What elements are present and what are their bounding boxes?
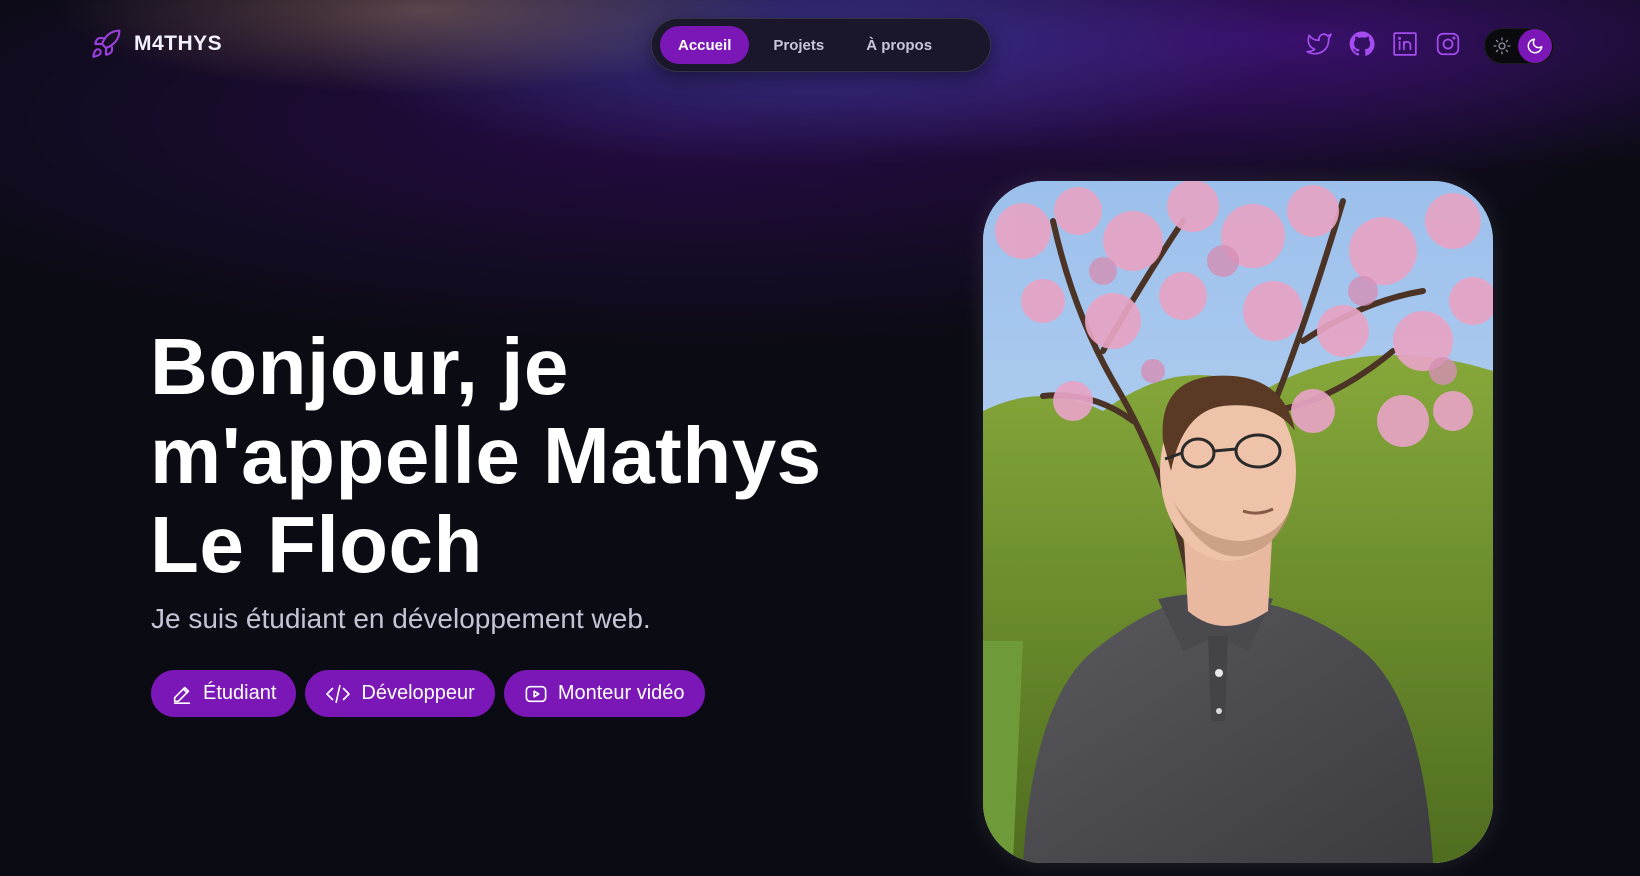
video-play-icon [525,685,547,702]
twitter-icon [1306,33,1332,55]
twitter-link[interactable] [1305,30,1333,58]
page: M4THYS Accueil Projets À propos Bonjour,… [0,0,1640,876]
nav-item-a-propos[interactable]: À propos [848,26,950,64]
chip-label: Développeur [361,682,475,704]
hero-subtitle: Je suis étudiant en développement web. [151,603,651,634]
chip-label: Étudiant [203,682,277,704]
instagram-icon [1436,32,1460,56]
role-chips: Étudiant Développeur Monteur vidéo [151,670,705,717]
moon-icon [1527,38,1543,54]
instagram-link[interactable] [1434,30,1462,58]
chip-label: Monteur vidéo [557,682,685,704]
code-icon [326,684,351,703]
pencil-icon [173,686,191,704]
nav-item-accueil[interactable]: Accueil [660,26,750,64]
sun-icon [1493,37,1511,55]
linkedin-link[interactable] [1391,30,1419,58]
main-nav: Accueil Projets À propos [651,18,991,72]
logo[interactable]: M4THYS [90,28,222,60]
hero-title: Bonjour, je m'appelle Mathys Le Floch [150,322,822,589]
chip-monteur-video[interactable]: Monteur vidéo [503,670,705,717]
logo-text: M4THYS [134,32,223,55]
chip-etudiant[interactable]: Étudiant [151,670,297,717]
rocket-icon [92,29,121,58]
social-links [1305,30,1462,58]
nav-item-projets[interactable]: Projets [755,26,842,64]
github-link[interactable] [1348,30,1376,58]
github-icon [1349,31,1375,56]
profile-photo [983,181,1493,863]
linkedin-icon [1393,32,1417,56]
chip-developpeur[interactable]: Développeur [305,670,495,717]
theme-toggle-knob [1518,29,1552,63]
theme-toggle[interactable] [1484,28,1554,64]
